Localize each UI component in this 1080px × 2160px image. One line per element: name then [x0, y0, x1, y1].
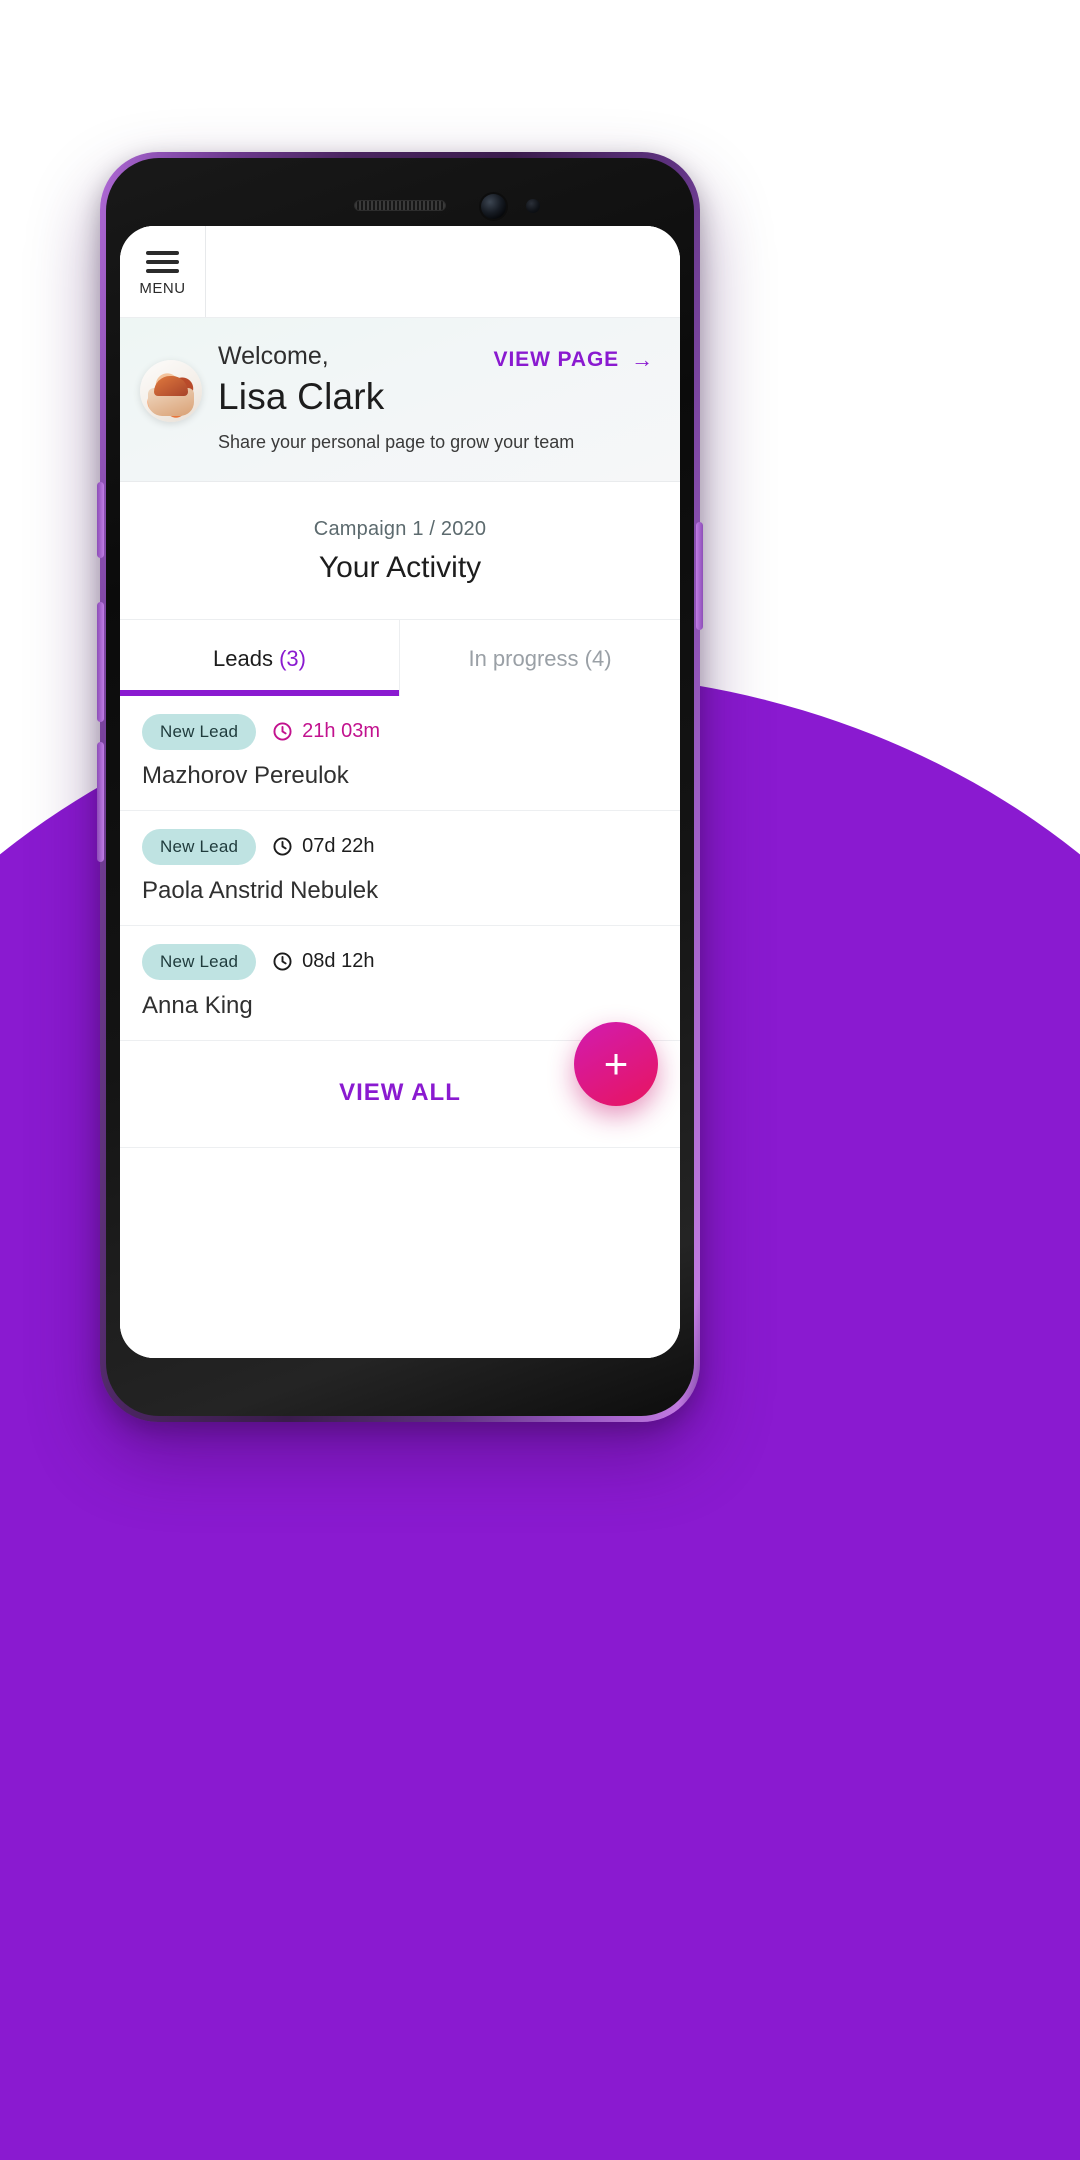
welcome-user-name: Lisa Clark	[218, 375, 385, 417]
phone-button-bixby[interactable]	[97, 482, 104, 558]
lead-list: New Lead 21h 03m Mazhorov Pereulok New L…	[120, 695, 680, 1041]
phone-button-volume-up[interactable]	[97, 602, 104, 722]
activity-header: Campaign 1 / 2020 Your Activity	[120, 481, 680, 619]
avatar[interactable]	[140, 360, 202, 422]
welcome-text-block: Welcome, Lisa Clark	[218, 342, 385, 419]
tab-bar: Leads (3) In progress (4)	[120, 618, 680, 696]
status-badge: New Lead	[142, 828, 257, 865]
menu-label: MENU	[139, 279, 186, 297]
lead-meta-row: New Lead 07d 22h	[142, 828, 658, 865]
lead-time-value: 07d 22h	[302, 835, 375, 858]
view-page-link[interactable]: VIEW PAGE →	[494, 348, 654, 372]
content-filler	[120, 1147, 680, 1358]
lead-name: Paola Anstrid Nebulek	[142, 876, 379, 904]
phone-button-volume-down[interactable]	[97, 742, 104, 862]
view-page-label: VIEW PAGE	[493, 348, 620, 371]
hamburger-icon	[146, 250, 179, 273]
phone-mockup: MENU Welcome, Lisa Clark VIEW PAGE → Sha…	[97, 152, 703, 1422]
app-ui: MENU Welcome, Lisa Clark VIEW PAGE → Sha…	[120, 226, 680, 1358]
add-fab-button[interactable]: +	[574, 1022, 658, 1106]
tab-in-progress-label: In progress (4)	[468, 645, 612, 671]
plus-icon: +	[603, 1040, 629, 1087]
tab-leads-count: (3)	[279, 645, 306, 671]
welcome-top-row: Welcome, Lisa Clark VIEW PAGE →	[218, 342, 654, 419]
clock-icon	[273, 837, 292, 856]
lead-meta-row: New Lead 08d 12h	[142, 943, 658, 980]
tab-leads-label: Leads	[213, 645, 273, 671]
menu-button[interactable]: MENU	[120, 226, 206, 317]
phone-screen: MENU Welcome, Lisa Clark VIEW PAGE → Sha…	[120, 226, 680, 1358]
app-bar: MENU	[120, 226, 680, 318]
background-decoration-fill	[0, 1330, 1080, 2160]
clock-icon	[273, 952, 292, 971]
list-item[interactable]: New Lead 21h 03m Mazhorov Pereulok	[120, 696, 680, 811]
arrow-right-icon: →	[631, 347, 654, 372]
tab-leads[interactable]: Leads (3)	[120, 619, 400, 696]
earpiece-speaker-icon	[354, 200, 446, 211]
welcome-body: Welcome, Lisa Clark VIEW PAGE → Share yo…	[218, 342, 654, 455]
tab-in-progress[interactable]: In progress (4)	[400, 620, 680, 696]
list-item[interactable]: New Lead 07d 22h Paola Anstrid Nebulek	[120, 811, 680, 926]
phone-button-power[interactable]	[696, 522, 703, 630]
status-badge: New Lead	[142, 713, 257, 750]
lead-name: Anna King	[142, 991, 253, 1019]
welcome-card: Welcome, Lisa Clark VIEW PAGE → Share yo…	[120, 318, 680, 482]
lead-time: 07d 22h	[272, 835, 374, 858]
front-camera-icon	[481, 194, 506, 219]
lead-time-value: 21h 03m	[302, 720, 380, 743]
status-badge: New Lead	[142, 943, 257, 980]
clock-icon	[273, 722, 292, 741]
campaign-label: Campaign 1 / 2020	[313, 517, 487, 540]
lead-name: Mazhorov Pereulok	[142, 761, 349, 789]
list-item[interactable]: New Lead 08d 12h Anna King	[120, 926, 680, 1041]
page-title: Your Activity	[318, 550, 482, 584]
lead-time-value: 08d 12h	[302, 950, 375, 973]
lead-time: 21h 03m	[272, 720, 380, 743]
welcome-subtitle: Share your personal page to grow your te…	[218, 432, 575, 453]
lead-meta-row: New Lead 21h 03m	[142, 713, 658, 750]
welcome-greeting: Welcome,	[218, 342, 329, 370]
secondary-sensor-icon	[526, 199, 540, 213]
lead-time: 08d 12h	[272, 950, 374, 973]
